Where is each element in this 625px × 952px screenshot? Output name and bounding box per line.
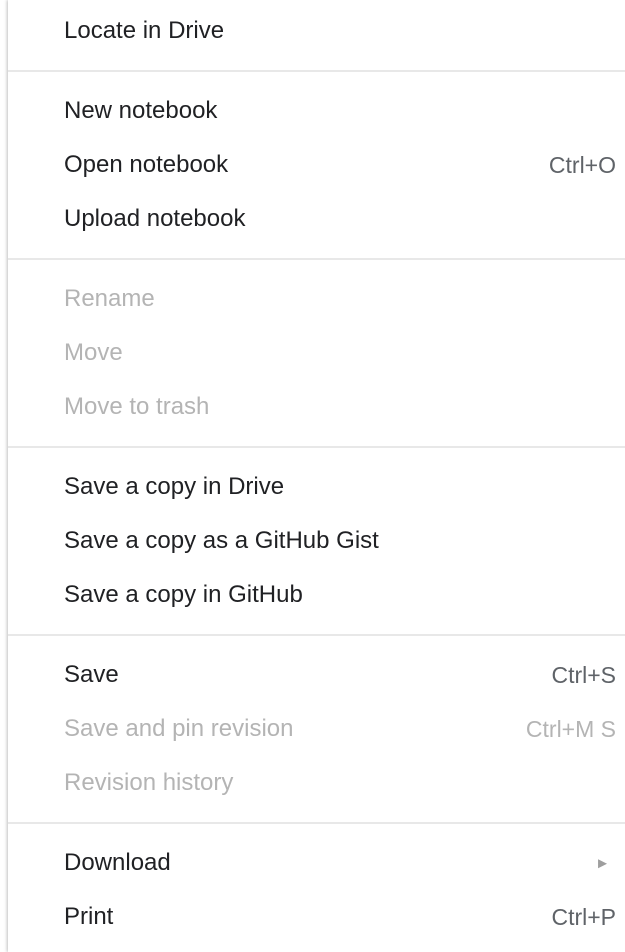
file-menu: Locate in Drive New notebook Open notebook…	[8, 0, 625, 952]
menu-item-shortcut: Ctrl+O	[548, 151, 616, 178]
menu-item-save-a-copy-as-a-github-gist[interactable]: Save a copy as a GitHub Gist	[8, 514, 625, 568]
menu-separator	[8, 246, 625, 272]
menu-item-move-to-trash: Move to trash	[8, 380, 625, 434]
menu-item-label: Revision history	[64, 769, 234, 796]
menu-item-open-notebook[interactable]: Open notebook Ctrl+O	[8, 138, 625, 192]
menu-item-label: New notebook	[64, 97, 218, 124]
menu-item-locate-in-drive[interactable]: Locate in Drive	[8, 4, 625, 58]
menu-item-download[interactable]: Download ►	[8, 836, 625, 890]
menu-item-save-a-copy-in-drive[interactable]: Save a copy in Drive	[8, 460, 625, 514]
menu-item-label: Save and pin revision	[64, 715, 294, 742]
menu-item-label: Save a copy in GitHub	[64, 581, 303, 608]
menu-item-label: Open notebook	[64, 151, 229, 178]
menu-item-rename: Rename	[8, 272, 625, 326]
menu-separator	[8, 58, 625, 84]
menu-item-save-a-copy-in-github[interactable]: Save a copy in GitHub	[8, 568, 625, 622]
menu-item-label: Download	[64, 849, 171, 876]
menu-item-new-notebook[interactable]: New notebook	[8, 84, 625, 138]
menu-item-shortcut: Ctrl+P	[551, 903, 616, 930]
menu-item-label: Upload notebook	[64, 205, 246, 232]
menu-item-label: Move	[64, 339, 123, 366]
page-backdrop	[0, 0, 8, 952]
menu-item-shortcut: Ctrl+S	[551, 661, 616, 688]
menu-item-move: Move	[8, 326, 625, 380]
menu-item-label: Move to trash	[64, 393, 210, 420]
menu-item-label: Rename	[64, 285, 155, 312]
menu-item-label: Print	[64, 903, 114, 930]
menu-item-print[interactable]: Print Ctrl+P	[8, 890, 625, 944]
triangle-right-icon: ►	[595, 854, 610, 872]
menu-item-shortcut: Ctrl+M S	[525, 715, 616, 742]
menu-item-save[interactable]: Save Ctrl+S	[8, 648, 625, 702]
menu-item-label: Save a copy in Drive	[64, 473, 285, 500]
menu-separator	[8, 622, 625, 648]
menu-item-label: Locate in Drive	[64, 17, 225, 44]
menu-item-upload-notebook[interactable]: Upload notebook	[8, 192, 625, 246]
menu-item-label: Save a copy as a GitHub Gist	[64, 527, 379, 554]
menu-item-revision-history: Revision history	[8, 756, 625, 810]
menu-separator	[8, 434, 625, 460]
menu-item-save-and-pin-revision: Save and pin revision Ctrl+M S	[8, 702, 625, 756]
menu-item-label: Save	[64, 661, 119, 688]
menu-separator	[8, 810, 625, 836]
